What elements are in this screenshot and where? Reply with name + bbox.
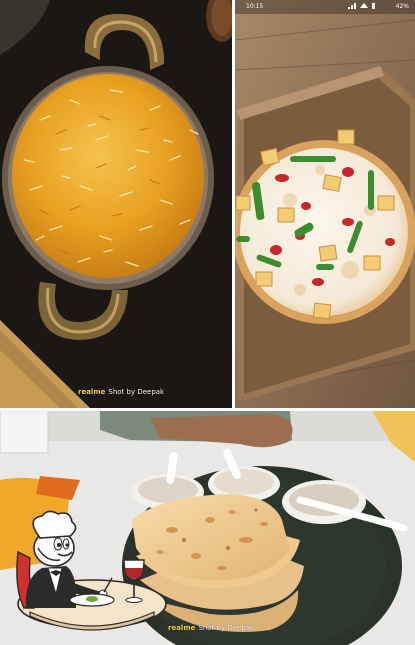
chef-dining-icon bbox=[16, 510, 167, 631]
pizza-photo bbox=[235, 0, 415, 408]
watermark-naan: realme Shot by Deepak bbox=[168, 624, 254, 632]
watermark-biryani: realme Shot by Deepak bbox=[78, 388, 164, 396]
watermark-caption: Shot by Deepak bbox=[108, 388, 165, 396]
status-battery: 42% bbox=[395, 3, 409, 10]
watermark-caption: Shot by Deepak bbox=[198, 624, 255, 632]
watermark-brand: realme bbox=[78, 388, 106, 396]
biryani-photo bbox=[0, 0, 232, 408]
status-time: 10:15 bbox=[246, 3, 264, 10]
phone-status-bar: 10:15 42% bbox=[240, 1, 412, 13]
